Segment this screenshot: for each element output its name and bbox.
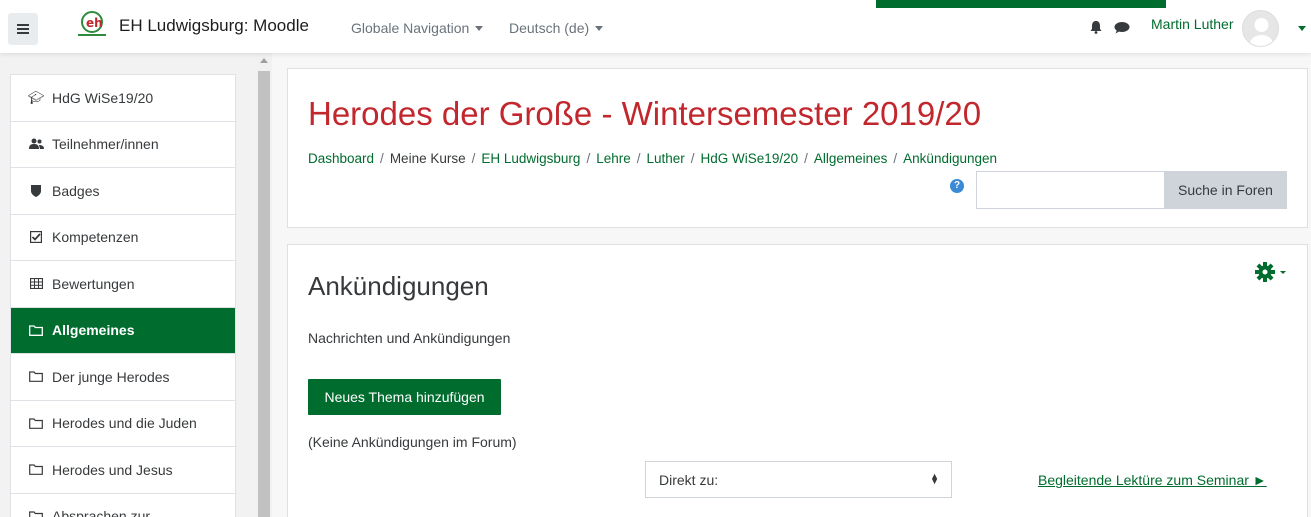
global-navigation-label: Globale Navigation — [351, 20, 470, 36]
sidebar-item-section[interactable]: Herodes und die Juden — [11, 401, 235, 447]
sidebar-nav-list: 🎓︎ HdG WiSe19/20 Teilnehmer/innen Badges… — [10, 74, 236, 517]
hamburger-menu-button[interactable] — [8, 13, 38, 45]
sidebar-item-label: Herodes und Jesus — [52, 461, 173, 478]
folder-icon — [28, 418, 44, 429]
hamburger-icon — [17, 24, 29, 34]
table-icon — [28, 278, 44, 290]
sidebar-scrollbar-thumb[interactable] — [258, 71, 270, 517]
top-navbar: eh EH Ludwigsburg: Moodle Globale Naviga… — [0, 0, 1311, 53]
user-menu-chevron-icon[interactable] — [1298, 26, 1306, 31]
add-new-topic-button[interactable]: Neues Thema hinzufügen — [308, 379, 501, 415]
sidebar-item-label: HdG WiSe19/20 — [52, 89, 154, 106]
forum-search-input[interactable] — [976, 171, 1165, 209]
sidebar-item-label: Bewertungen — [52, 275, 135, 292]
sidebar-item-section[interactable]: Herodes und Jesus — [11, 447, 235, 494]
forum-card: Ankündigungen Nachrichten und Ankündigun… — [287, 244, 1308, 517]
checkbox-icon — [28, 231, 44, 244]
user-name[interactable]: Martin Luther — [1151, 16, 1233, 32]
sidebar-item-section[interactable]: Der junge Herodes — [11, 354, 235, 401]
sidebar-item-grades[interactable]: Bewertungen — [11, 261, 235, 308]
breadcrumb-my-courses: Meine Kurse — [389, 151, 466, 166]
folder-icon — [28, 371, 44, 383]
sidebar-item-allgemeines[interactable]: Allgemeines — [11, 307, 235, 354]
forum-settings-menu[interactable] — [1253, 260, 1287, 284]
jump-to-label: Direkt zu: — [659, 471, 719, 488]
next-activity-link[interactable]: Begleitende Lektüre zum Seminar ► — [1038, 472, 1267, 488]
site-name[interactable]: EH Ludwigsburg: Moodle — [119, 16, 309, 36]
sidebar-item-label: Absprachen zur — [52, 508, 151, 517]
breadcrumb-ankuendigungen[interactable]: Ankündigungen — [903, 151, 997, 166]
page-header-card: Herodes der Große - Wintersemester 2019/… — [287, 68, 1308, 228]
jump-to-select[interactable]: Direkt zu: ▲ ▼ — [645, 461, 952, 498]
breadcrumb-dashboard[interactable]: Dashboard — [308, 151, 374, 166]
help-icon[interactable]: ? — [950, 179, 964, 193]
sidebar-item-badges[interactable]: Badges — [11, 168, 235, 215]
forum-search-button[interactable]: Suche in Foren — [1164, 171, 1287, 209]
shield-icon — [28, 184, 44, 197]
select-arrows-icon: ▲ ▼ — [930, 471, 939, 486]
sidebar-item-course[interactable]: 🎓︎ HdG WiSe19/20 — [11, 75, 235, 122]
folder-icon — [28, 511, 44, 517]
sidebar-item-label: Kompetenzen — [52, 229, 139, 246]
svg-text:eh: eh — [86, 16, 103, 30]
chat-icon[interactable] — [1114, 21, 1130, 34]
avatar[interactable] — [1242, 10, 1279, 47]
language-dropdown[interactable]: Deutsch (de) — [509, 20, 604, 36]
global-navigation-dropdown[interactable]: Globale Navigation — [351, 20, 484, 36]
sidebar-item-label: Teilnehmer/innen — [52, 136, 159, 153]
breadcrumb-luther[interactable]: Luther — [647, 151, 685, 166]
chevron-down-icon — [475, 26, 484, 31]
language-label: Deutsch (de) — [509, 20, 590, 36]
no-posts-message: (Keine Ankündigungen im Forum) — [308, 434, 517, 450]
sidebar-item-label: Allgemeines — [52, 322, 135, 339]
folder-icon — [28, 464, 44, 476]
sidebar-item-label: Badges — [52, 182, 100, 199]
breadcrumb: Dashboard / Meine Kurse / EH Ludwigsburg / Leh… — [308, 151, 998, 166]
breadcrumb-course[interactable]: HdG WiSe19/20 — [701, 151, 799, 166]
sidebar-item-competencies[interactable]: Kompetenzen — [11, 215, 235, 261]
user-silhouette-icon — [1249, 18, 1274, 46]
forum-intro: Nachrichten und Ankündigungen — [308, 330, 511, 346]
sidebar-item-section[interactable]: Absprachen zur — [11, 494, 235, 517]
sidebar-item-participants[interactable]: Teilnehmer/innen — [11, 122, 235, 168]
site-logo[interactable]: eh — [76, 10, 108, 40]
sidebar-item-label: Herodes und die Juden — [52, 415, 197, 432]
users-icon — [28, 138, 44, 150]
scroll-up-arrow-icon[interactable] — [260, 58, 268, 63]
course-sidebar: 🎓︎ HdG WiSe19/20 Teilnehmer/innen Badges… — [0, 53, 272, 517]
forum-title: Ankündigungen — [308, 271, 489, 301]
page-title: Herodes der Große - Wintersemester 2019/… — [308, 95, 982, 132]
graduation-cap-icon: 🎓︎ — [27, 89, 45, 105]
bell-icon[interactable] — [1089, 20, 1103, 34]
gear-icon — [1255, 262, 1286, 282]
folder-icon — [28, 325, 44, 336]
chevron-down-icon — [595, 26, 604, 31]
breadcrumb-lehre[interactable]: Lehre — [596, 151, 631, 166]
notification-strip — [876, 0, 1166, 8]
breadcrumb-eh-ludwigsburg[interactable]: EH Ludwigsburg — [481, 151, 580, 166]
sidebar-item-label: Der junge Herodes — [52, 368, 170, 385]
breadcrumb-allgemeines[interactable]: Allgemeines — [814, 151, 888, 166]
